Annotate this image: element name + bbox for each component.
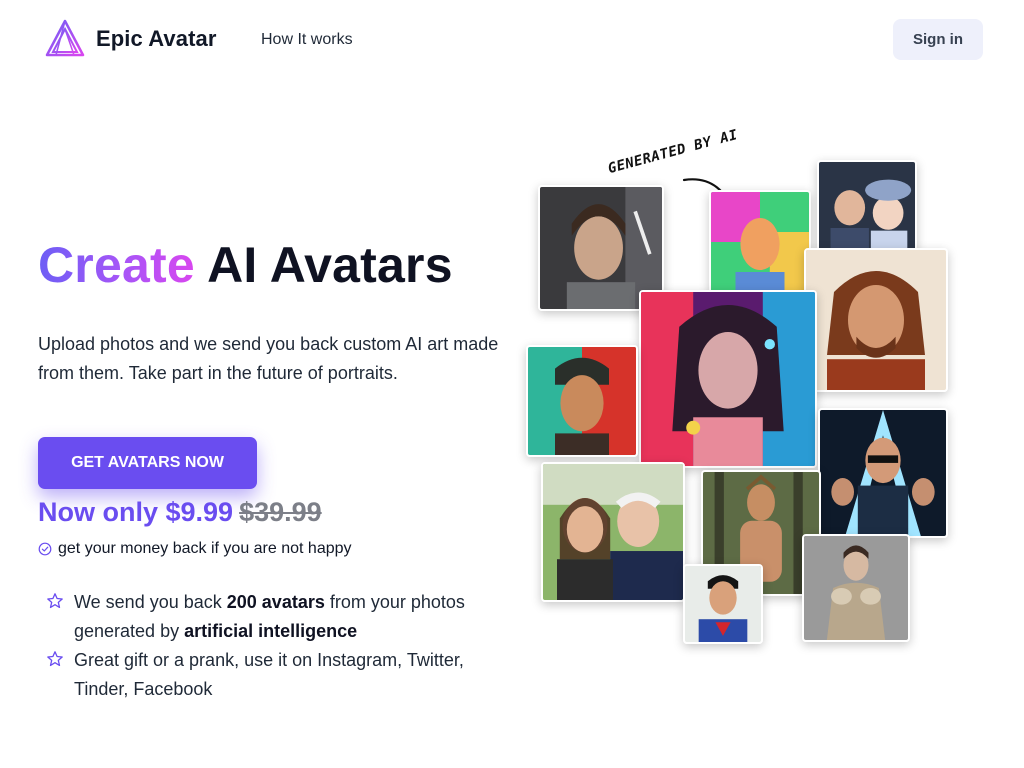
brand-name[interactable]: Epic Avatar — [96, 26, 217, 52]
star-icon — [47, 651, 63, 667]
headline-accent: Create — [38, 237, 195, 293]
get-avatars-button[interactable]: GET AVATARS NOW — [38, 437, 257, 489]
avatar-tile — [817, 160, 917, 252]
price-now: Now only $9.99 — [38, 497, 234, 527]
money-back-guarantee: get your money back if you are not happy — [38, 540, 352, 558]
feature-list: We send you back 200 avatars from your p… — [46, 588, 506, 704]
price-line: Now only $9.99 $39.99 — [38, 497, 322, 528]
site-header: Epic Avatar How It works Sign in — [0, 0, 1024, 80]
avatar-tile — [526, 345, 638, 457]
feature-text: Great gift or a prank, use it on Instagr… — [74, 650, 464, 699]
avatar-tile — [804, 248, 948, 392]
avatar-tile — [709, 190, 811, 294]
avatar-tile — [818, 408, 948, 538]
avatar-tile — [639, 290, 817, 468]
star-icon — [47, 593, 63, 609]
check-circle-icon — [38, 542, 52, 556]
headline-rest: AI Avatars — [194, 237, 453, 293]
avatar-tile — [541, 462, 685, 602]
feature-item: Great gift or a prank, use it on Instagr… — [46, 646, 506, 704]
avatar-tile — [802, 534, 910, 642]
price-old: $39.99 — [239, 497, 322, 527]
feature-item: We send you back 200 avatars from your p… — [46, 588, 506, 646]
sign-in-button[interactable]: Sign in — [893, 19, 983, 60]
generated-by-ai-label: GENERATED BY AI — [606, 126, 740, 178]
feature-text: We send you back 200 avatars from your p… — [74, 592, 465, 641]
hero-subcopy: Upload photos and we send you back custo… — [38, 334, 499, 383]
guarantee-text: get your money back if you are not happy — [58, 540, 352, 557]
logo-icon[interactable] — [44, 18, 86, 60]
nav-how-it-works[interactable]: How It works — [261, 31, 353, 49]
avatar-collage: GENERATED BY AI — [520, 126, 960, 650]
avatar-tile — [683, 564, 763, 644]
hero-headline: Create AI Avatars — [38, 236, 453, 294]
